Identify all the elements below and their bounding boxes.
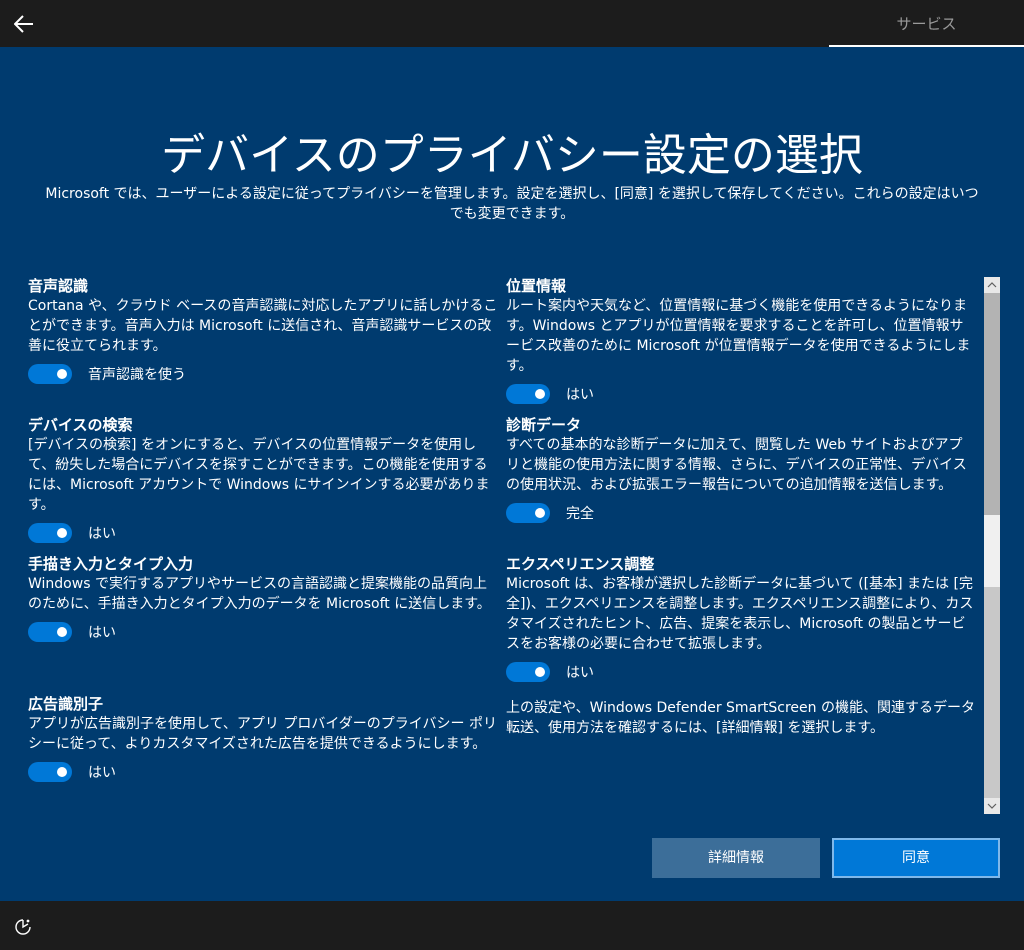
toggle-knob [535, 667, 545, 677]
setting-heading: エクスペリエンス調整 [506, 555, 655, 573]
toggle-label: 音声認識を使う [88, 367, 186, 383]
toggle-row: 完全 [506, 502, 976, 524]
toggle-row: 音声認識を使う [28, 363, 498, 385]
scroll-thumb[interactable] [984, 515, 1000, 587]
toggle-knob [57, 627, 67, 637]
tab-services[interactable]: サービス [829, 0, 1024, 47]
main-content: デバイスのプライバシー設定の選択 Microsoft では、ユーザーによる設定に… [0, 47, 1024, 901]
setting-location: 位置情報 ルート案内や天気など、位置情報に基づく機能を使用できるようになります。… [506, 276, 976, 405]
toggle-knob [57, 528, 67, 538]
learn-more-note: 上の設定や、Windows Defender SmartScreen の機能、関… [506, 700, 975, 736]
setting-description: Windows で実行するアプリやサービスの言語認識と提案機能の品質向上のために… [28, 576, 491, 612]
page-subtitle: Microsoft では、ユーザーによる設定に従ってプライバシーを管理します。設… [45, 186, 979, 222]
setting-heading: デバイスの検索 [28, 416, 133, 434]
toggle-row: はい [28, 522, 498, 544]
bottom-bar [0, 901, 1024, 950]
scroll-up-button[interactable] [984, 277, 1000, 293]
toggle-knob [57, 767, 67, 777]
chevron-down-icon [987, 803, 997, 809]
toggle-label: はい [88, 625, 116, 641]
toggle-label: はい [566, 665, 594, 681]
scroll-down-button[interactable] [984, 798, 1000, 814]
setting-heading: 広告識別子 [28, 695, 104, 713]
toggle-knob [535, 508, 545, 518]
back-button[interactable] [8, 8, 40, 40]
toggle-row: はい [28, 761, 498, 783]
setting-inking: 手描き入力とタイプ入力 Windows で実行するアプリやサービスの言語認識と提… [28, 554, 498, 643]
back-arrow-icon [14, 15, 33, 33]
ease-of-access-button[interactable] [12, 916, 34, 938]
find-device-toggle[interactable] [28, 523, 72, 543]
speech-toggle[interactable] [28, 364, 72, 384]
scrollbar[interactable] [984, 277, 1000, 814]
setting-description: Cortana や、クラウド ベースの音声認識に対応したアプリに話しかけることが… [28, 298, 498, 354]
setting-speech: 音声認識 Cortana や、クラウド ベースの音声認識に対応したアプリに話しか… [28, 276, 498, 385]
setting-description: アプリが広告識別子を使用して、アプリ プロバイダーのプライバシー ポリシーに従っ… [28, 716, 497, 752]
toggle-row: はい [506, 383, 976, 405]
setting-diagnostics: 診断データ すべての基本的な診断データに加えて、閲覧した Web サイトおよびア… [506, 415, 976, 524]
toggle-label: はい [88, 765, 116, 781]
toggle-row: はい [506, 661, 976, 683]
toggle-label: 完全 [566, 506, 594, 522]
ease-of-access-icon [15, 919, 31, 935]
setting-description: [デバイスの検索] をオンにすると、デバイスの位置情報データを使用して、紛失した… [28, 437, 490, 513]
top-bar: サービス [0, 0, 1024, 47]
toggle-knob [535, 389, 545, 399]
accept-button[interactable]: 同意 [832, 838, 1000, 878]
setting-ad-id: 広告識別子 アプリが広告識別子を使用して、アプリ プロバイダーのプライバシー ポ… [28, 694, 498, 783]
chevron-up-icon [987, 282, 997, 288]
toggle-label: はい [566, 387, 594, 403]
setting-description: すべての基本的な診断データに加えて、閲覧した Web サイトおよびアプリと機能の… [506, 437, 967, 493]
diagnostics-toggle[interactable] [506, 503, 550, 523]
setting-heading: 手描き入力とタイプ入力 [28, 555, 194, 573]
setting-experience: エクスペリエンス調整 Microsoft は、お客様が選択した診断データに基づい… [506, 554, 976, 683]
toggle-knob [57, 369, 67, 379]
experience-toggle[interactable] [506, 662, 550, 682]
toggle-row: はい [28, 621, 498, 643]
learn-more-button[interactable]: 詳細情報 [652, 838, 820, 878]
setting-heading: 診断データ [506, 416, 582, 434]
location-toggle[interactable] [506, 384, 550, 404]
ad-id-toggle[interactable] [28, 762, 72, 782]
setting-heading: 位置情報 [506, 277, 567, 295]
toggle-label: はい [88, 526, 116, 542]
page-title: デバイスのプライバシー設定の選択 [161, 130, 863, 181]
setting-description: Microsoft は、お客様が選択した診断データに基づいて ([基本] または… [506, 576, 974, 652]
setting-heading: 音声認識 [28, 277, 89, 295]
scroll-track-upper[interactable] [984, 293, 1000, 515]
setting-description: ルート案内や天気など、位置情報に基づく機能を使用できるようになります。Windo… [506, 298, 971, 374]
inking-toggle[interactable] [28, 622, 72, 642]
setting-find-device: デバイスの検索 [デバイスの検索] をオンにすると、デバイスの位置情報データを使… [28, 415, 498, 544]
